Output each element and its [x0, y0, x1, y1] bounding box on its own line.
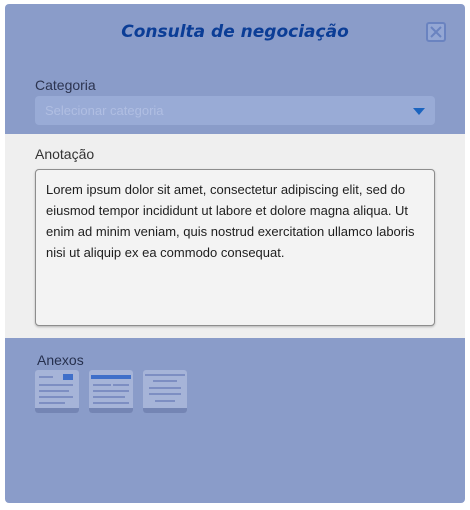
close-x-icon: [430, 26, 442, 38]
negotiation-dialog: Consulta de negociação Categoria Selecio…: [5, 4, 465, 503]
attachment-thumbnail-1[interactable]: [35, 370, 79, 413]
attachment-thumbnail-2[interactable]: [89, 370, 133, 413]
note-label: Anotação: [35, 146, 95, 162]
category-placeholder: Selecionar categoria: [45, 103, 164, 118]
dialog-title: Consulta de negociação: [121, 22, 349, 42]
attachment-thumbnail-3[interactable]: [143, 370, 187, 413]
close-button[interactable]: [426, 22, 446, 42]
note-textarea[interactable]: Lorem ipsum dolor sit amet, consectetur …: [35, 169, 435, 326]
note-section: Anotação Lorem ipsum dolor sit amet, con…: [5, 134, 465, 338]
category-select[interactable]: Selecionar categoria: [35, 96, 435, 125]
chevron-down-icon: [413, 108, 425, 115]
category-label: Categoria: [35, 77, 96, 93]
attachments-label: Anexos: [37, 352, 84, 368]
